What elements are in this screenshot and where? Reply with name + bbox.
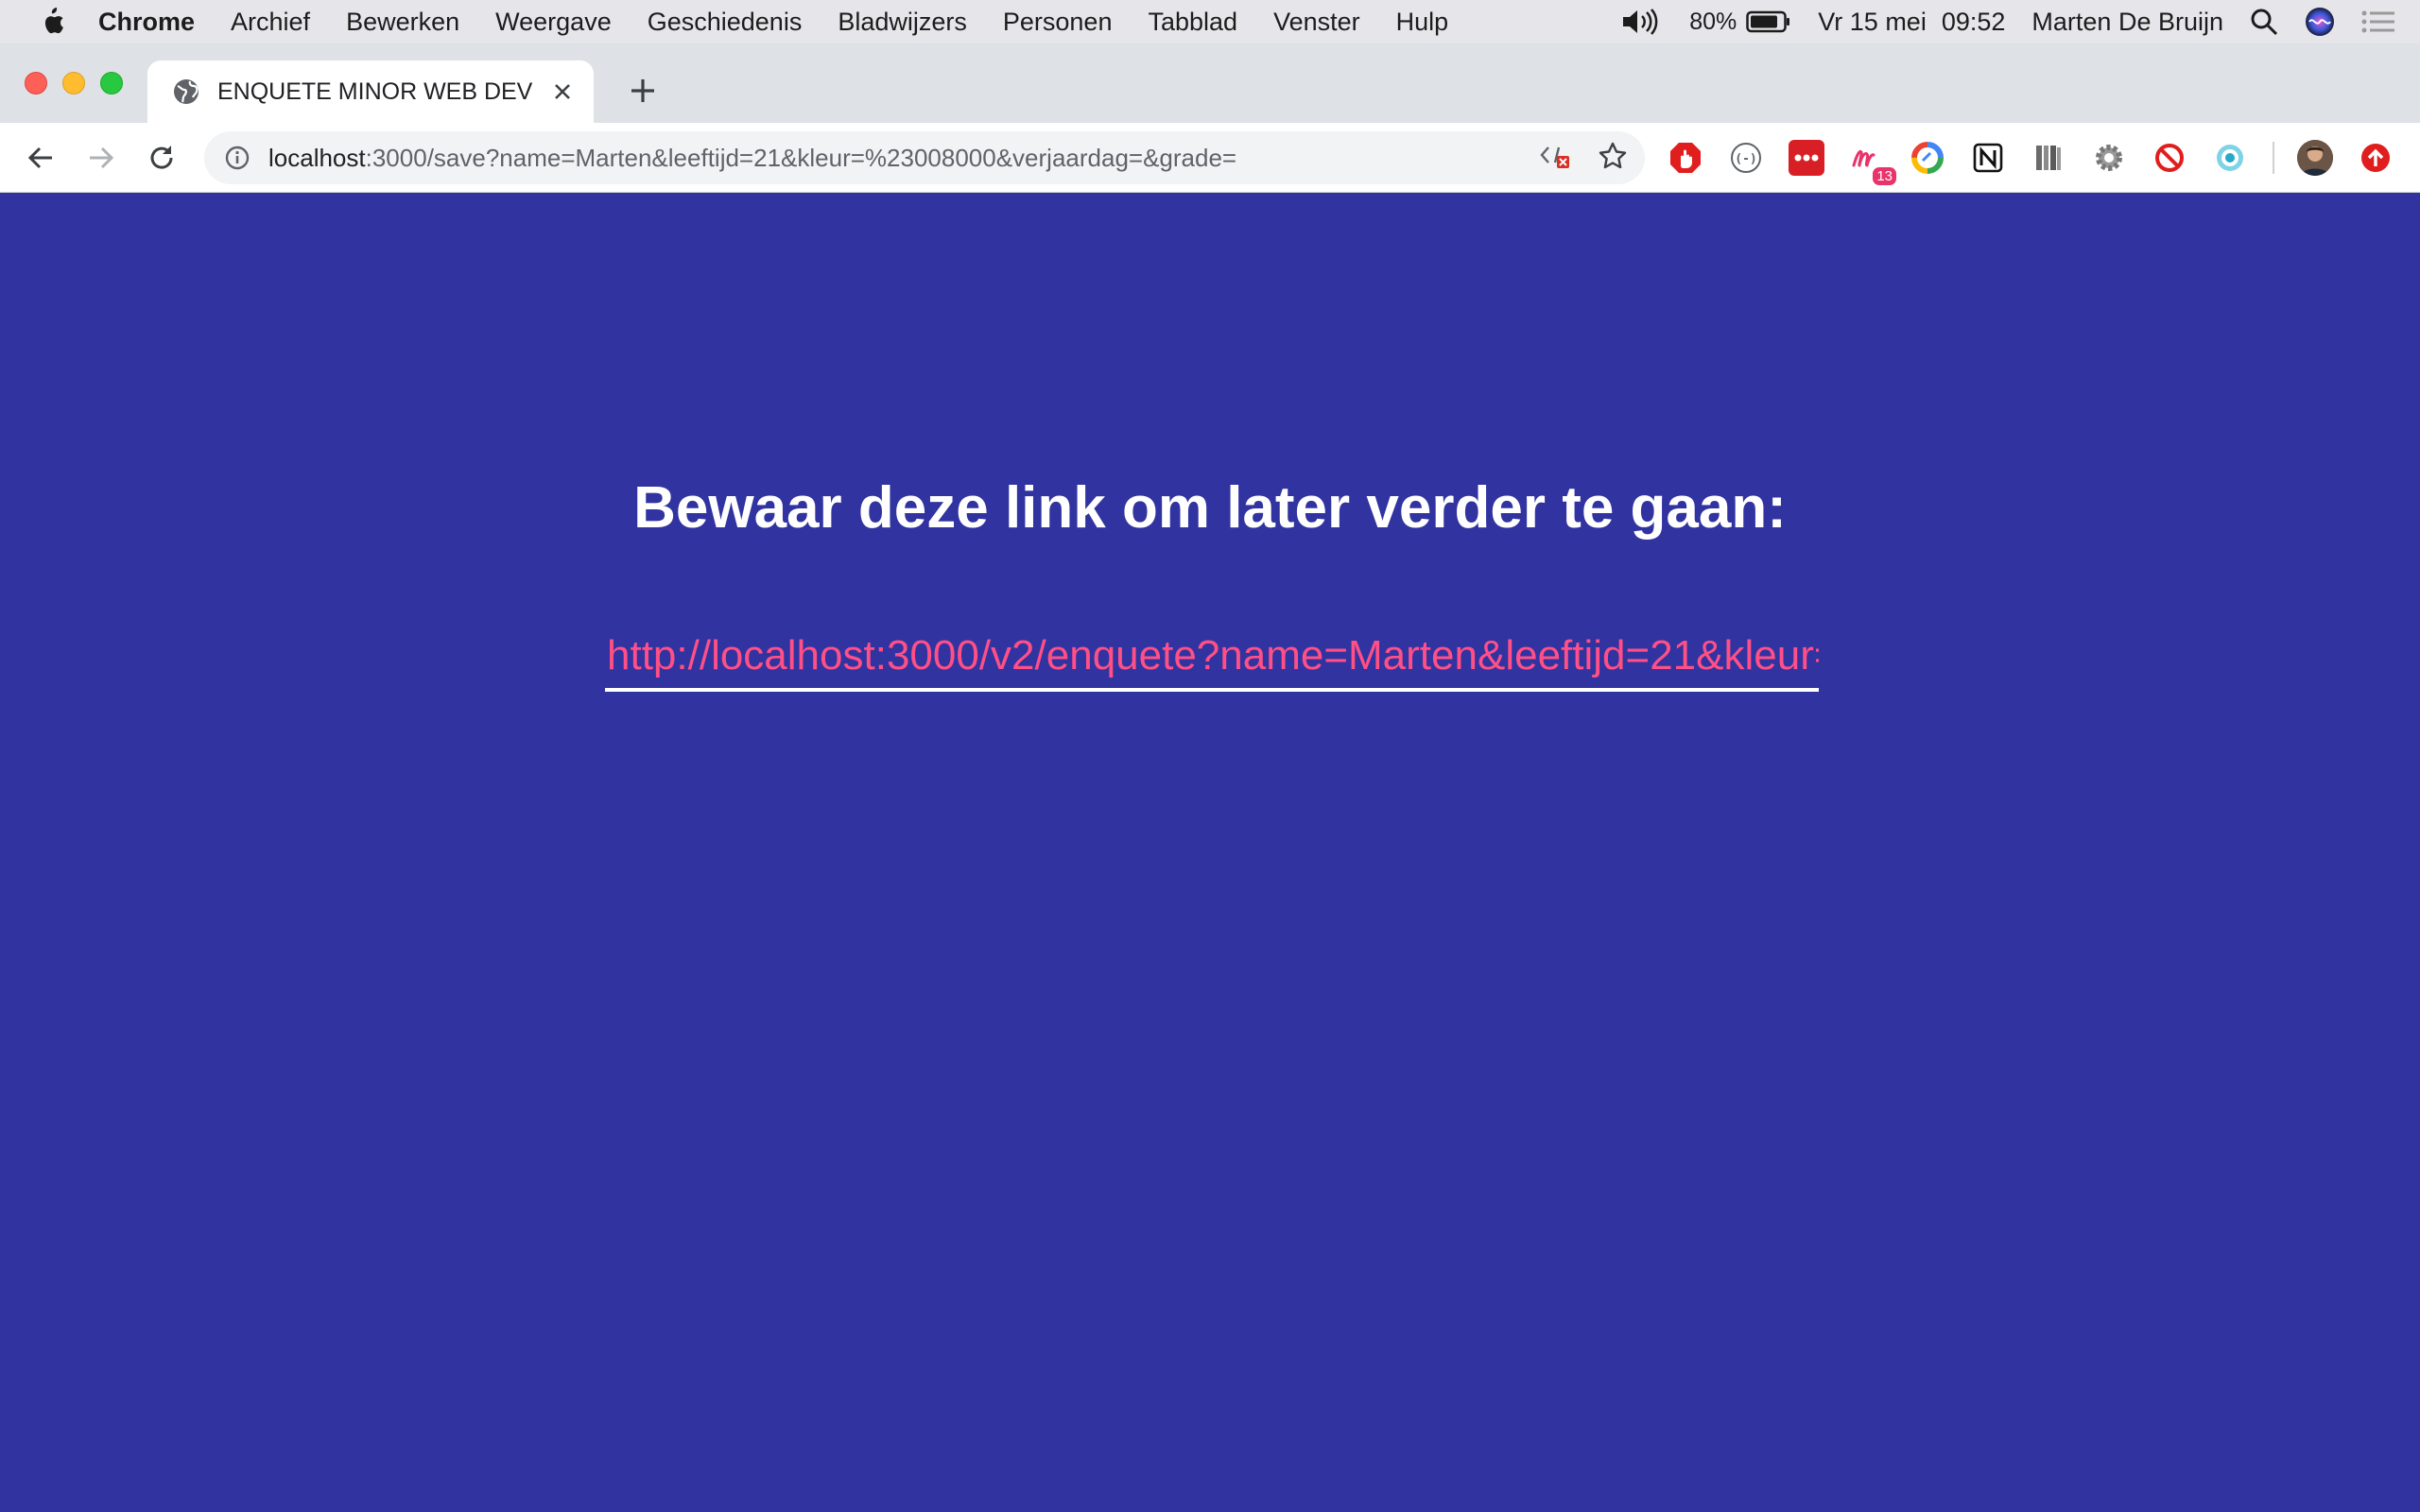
forward-arrow-icon[interactable]: [83, 140, 119, 176]
site-info-icon[interactable]: [223, 144, 251, 172]
window-minimize-button[interactable]: [62, 72, 85, 94]
volume-icon[interactable]: [1621, 8, 1663, 36]
menubar-user[interactable]: Marten De Bruijn: [2031, 8, 2223, 37]
menu-personen[interactable]: Personen: [1003, 8, 1113, 37]
page-heading: Bewaar deze link om later verder te gaan…: [633, 475, 1787, 541]
apple-menu-icon[interactable]: [38, 6, 66, 38]
saved-link-container: http://localhost:3000/v2/enquete?name=Ma…: [605, 629, 1819, 692]
page-content: [0, 194, 2420, 1512]
menu-hulp[interactable]: Hulp: [1396, 8, 1449, 37]
notion-extension-icon[interactable]: [1970, 140, 2006, 176]
notes-extension-icon[interactable]: 13: [1849, 140, 1896, 185]
window-fullscreen-button[interactable]: [100, 72, 123, 94]
battery-percent: 80%: [1689, 8, 1737, 35]
tab-strip: ENQUETE MINOR WEB DEV: [0, 43, 2420, 123]
tab-enquete[interactable]: ENQUETE MINOR WEB DEV: [147, 60, 594, 123]
tab-title: ENQUETE MINOR WEB DEV: [217, 77, 533, 105]
new-tab-button[interactable]: [624, 72, 662, 110]
menu-tabblad[interactable]: Tabblad: [1148, 8, 1237, 37]
gear-extension-icon[interactable]: [2091, 140, 2127, 176]
tab-close-icon[interactable]: [548, 77, 577, 106]
update-arrow-icon[interactable]: [2358, 140, 2394, 176]
saved-link[interactable]: http://localhost:3000/v2/enquete?name=Ma…: [605, 629, 1819, 682]
menu-geschiedenis[interactable]: Geschiedenis: [648, 8, 803, 37]
address-url[interactable]: localhost:3000/save?name=Marten&leeftijd…: [268, 144, 1236, 173]
toolbar-separator: [2273, 142, 2274, 174]
menu-weergave[interactable]: Weergave: [495, 8, 612, 37]
notification-center-icon[interactable]: [2361, 9, 2395, 34]
blocked-code-icon[interactable]: [1539, 142, 1571, 175]
profile-avatar[interactable]: [2297, 140, 2333, 176]
books-extension-icon[interactable]: [2031, 140, 2066, 176]
bookmark-star-icon[interactable]: [1598, 141, 1628, 176]
window-close-button[interactable]: [25, 72, 47, 94]
battery-icon[interactable]: [1746, 9, 1791, 34]
menubar-status-area: 80% Vr 15 mei 09:52 Marten De Bruijn: [1621, 0, 2420, 43]
menu-app-name[interactable]: Chrome: [98, 8, 195, 37]
menu-bladwijzers[interactable]: Bladwijzers: [838, 8, 967, 37]
siri-icon[interactable]: [2305, 7, 2335, 37]
menubar-time[interactable]: 09:52: [1942, 8, 2006, 37]
menu-archief[interactable]: Archief: [231, 8, 310, 37]
url-host: localhost: [268, 143, 366, 172]
browser-toolbar: localhost:3000/save?name=Marten&leeftijd…: [0, 123, 2420, 193]
url-path: :3000/save?name=Marten&leeftijd=21&kleur…: [365, 143, 1237, 172]
extensions-area: (-) 13: [1668, 136, 2418, 185]
address-bar[interactable]: localhost:3000/save?name=Marten&leeftijd…: [204, 131, 1645, 184]
target-extension-icon[interactable]: [2212, 140, 2248, 176]
menubar-date[interactable]: Vr 15 mei: [1818, 8, 1927, 37]
back-arrow-icon[interactable]: [23, 140, 59, 176]
dots-extension-icon[interactable]: [1789, 140, 1824, 176]
globe-icon: [172, 77, 200, 106]
menu-venster[interactable]: Venster: [1273, 8, 1360, 37]
svg-text:(-): (-): [1735, 152, 1756, 166]
block-extension-icon[interactable]: [2152, 140, 2187, 176]
adblock-extension-icon[interactable]: [1668, 140, 1703, 176]
notes-badge: 13: [1873, 167, 1896, 185]
menu-bewerken[interactable]: Bewerken: [346, 8, 459, 37]
code-extension-icon[interactable]: (-): [1728, 140, 1764, 176]
macos-menu-bar: Chrome Archief Bewerken Weergave Geschie…: [0, 0, 2420, 43]
circle-extension-icon[interactable]: [1910, 140, 1945, 176]
reload-icon[interactable]: [144, 140, 180, 176]
spotlight-search-icon[interactable]: [2250, 8, 2278, 36]
